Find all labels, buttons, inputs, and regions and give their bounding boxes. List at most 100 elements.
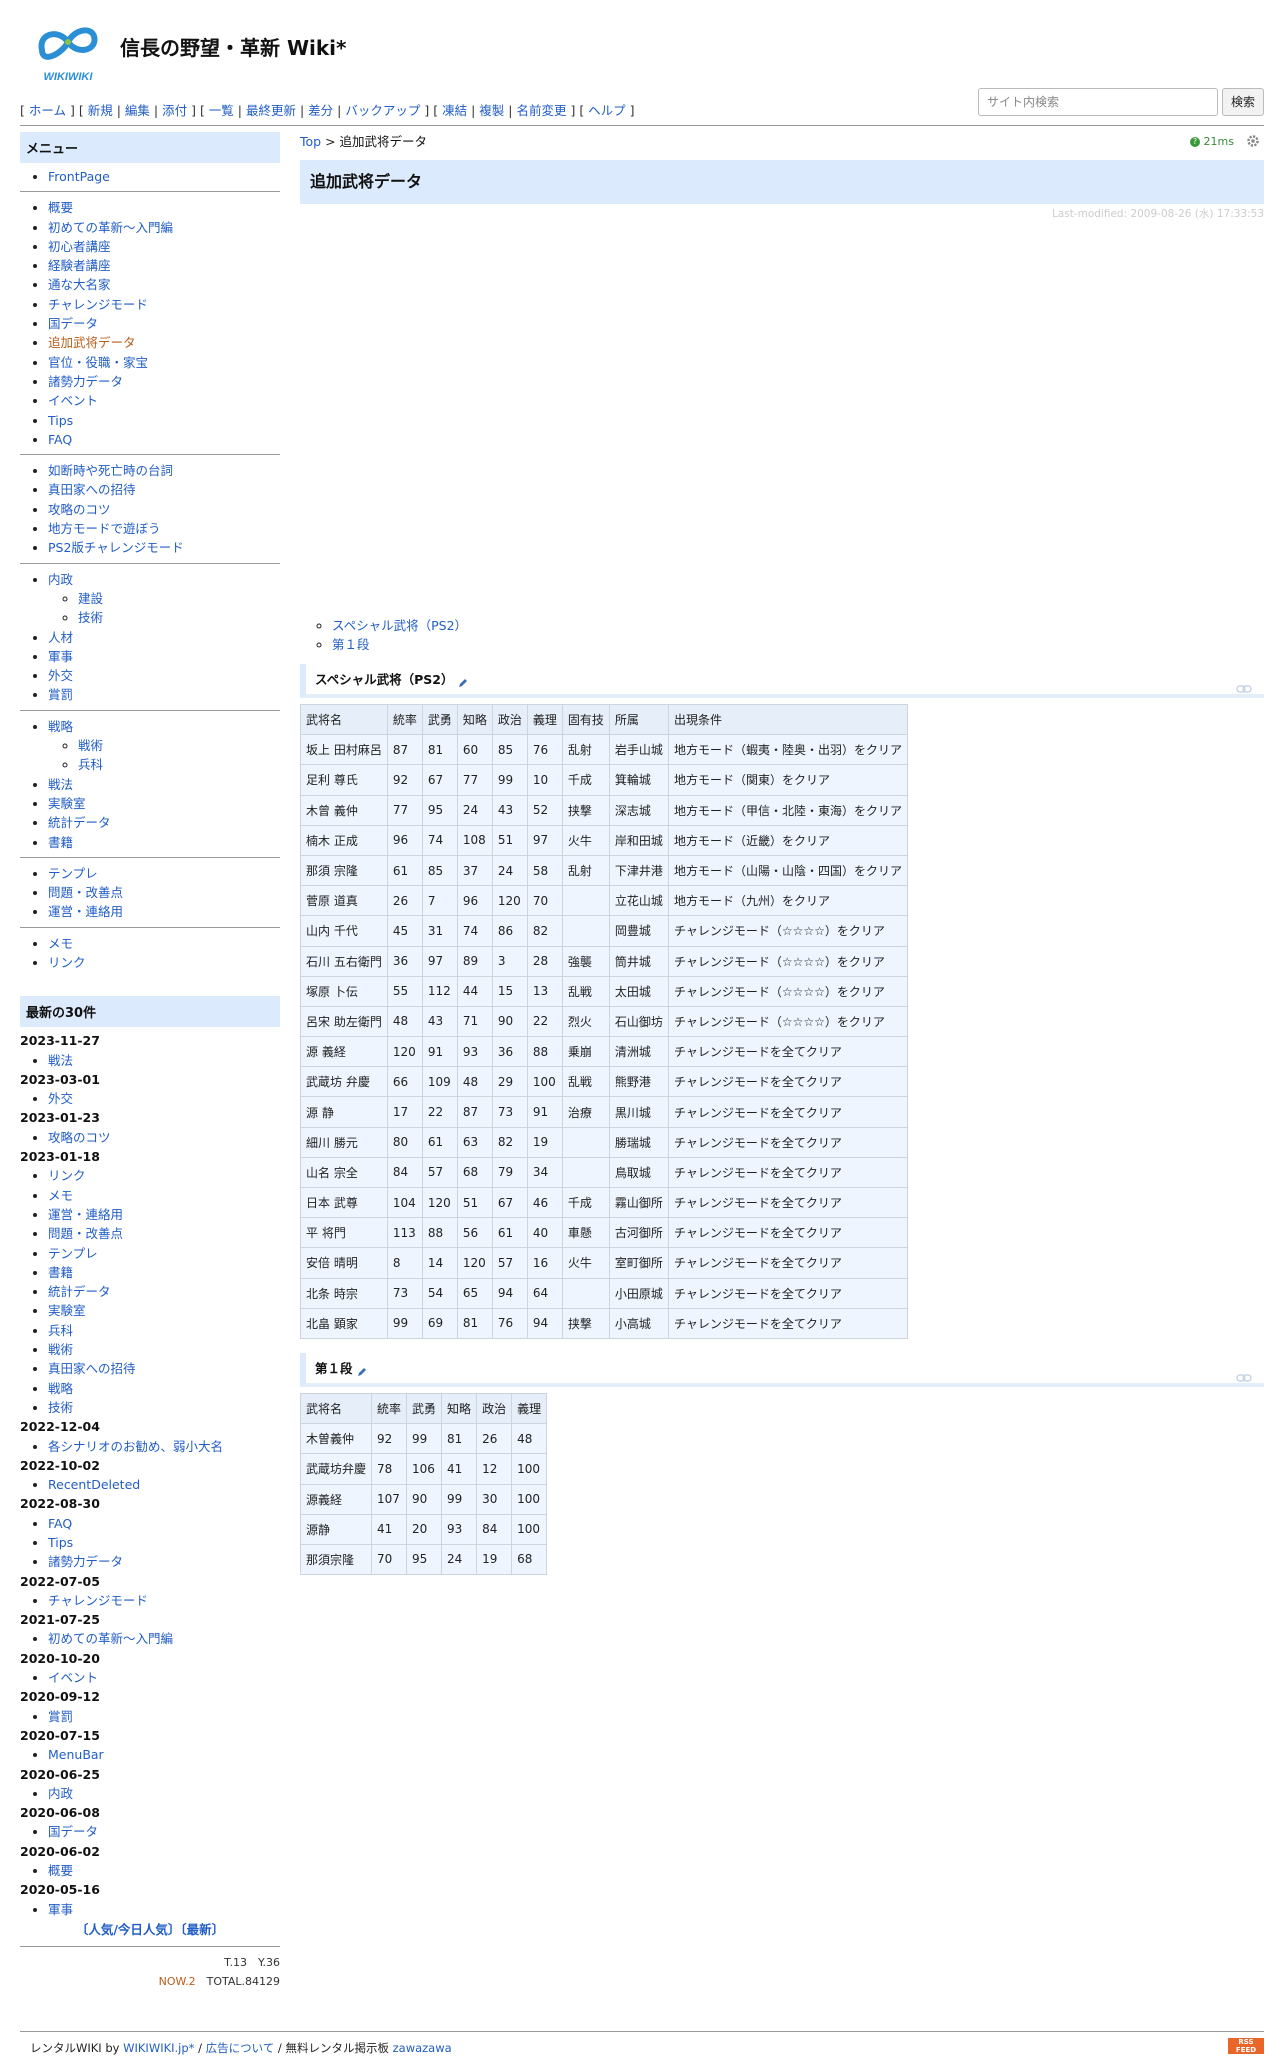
nav-link[interactable]: 差分 (308, 103, 333, 118)
menu-item[interactable]: 攻略のコツ (48, 500, 280, 519)
recent-item[interactable]: 外交 (48, 1089, 280, 1108)
submenu-item[interactable]: 戦術 (78, 736, 280, 755)
nav-link[interactable]: 凍結 (442, 103, 467, 118)
nav-link[interactable]: バックアップ (345, 103, 420, 118)
submenu-item[interactable]: 兵科 (78, 755, 280, 774)
menu-item[interactable]: 地方モードで遊ぼう (48, 519, 280, 538)
recent-item[interactable]: 兵科 (48, 1321, 280, 1340)
edit-pencil-icon[interactable] (357, 1357, 367, 1389)
submenu-item[interactable]: 建設 (78, 589, 280, 608)
menu-item[interactable]: リンク (48, 953, 280, 972)
recent-item[interactable]: テンプレ (48, 1244, 280, 1263)
menu-item[interactable]: 官位・役職・家宝 (48, 353, 280, 372)
site-title[interactable]: 信長の野望・革新 Wiki* (120, 32, 347, 61)
search-input[interactable]: サイト内検索 (978, 88, 1218, 116)
footer-wikiwiki-link[interactable]: WIKIWIKI.jp* (123, 2041, 194, 2055)
menu-item[interactable]: 統計データ (48, 813, 280, 832)
gear-icon[interactable] (1246, 134, 1260, 148)
recent-item[interactable]: 運営・連絡用 (48, 1205, 280, 1224)
recent-item[interactable]: 軍事 (48, 1900, 280, 1919)
menu-item[interactable]: 諸勢力データ (48, 372, 280, 391)
nav-link[interactable]: 最終更新 (246, 103, 296, 118)
wikiwiki-logo[interactable]: WIKIWIKI (28, 20, 108, 90)
menu-item[interactable]: チャレンジモード (48, 295, 280, 314)
breadcrumb-top[interactable]: Top (300, 134, 321, 149)
submenu-item[interactable]: 技術 (78, 608, 280, 627)
menu-item[interactable]: FAQ (48, 430, 280, 449)
recent-item[interactable]: 諸勢力データ (48, 1552, 280, 1571)
recent-item[interactable]: 概要 (48, 1861, 280, 1880)
recent-item[interactable]: 技術 (48, 1398, 280, 1417)
menu-item[interactable]: Tips (48, 411, 280, 430)
anchor-link-icon[interactable] (1236, 674, 1252, 706)
nav-link[interactable]: 編集 (125, 103, 150, 118)
menu-item[interactable]: 賞罰 (48, 685, 280, 704)
menu-item[interactable]: メモ (48, 934, 280, 953)
recent-item[interactable]: RecentDeleted (48, 1475, 280, 1494)
menu-item[interactable]: 如断時や死亡時の台詞 (48, 461, 280, 480)
nav-link[interactable]: ホーム (29, 103, 66, 118)
recent-item[interactable]: MenuBar (48, 1745, 280, 1764)
recent-item[interactable]: 各シナリオのお勧め、弱小大名 (48, 1437, 280, 1456)
recent-item[interactable]: 戦略 (48, 1379, 280, 1398)
menu-item[interactable]: 外交 (48, 666, 280, 685)
menu-item[interactable]: 人材 (48, 628, 280, 647)
menu-item[interactable]: 戦法 (48, 775, 280, 794)
menu-item[interactable]: 軍事 (48, 647, 280, 666)
menu-item[interactable]: 概要 (48, 198, 280, 217)
recent-item[interactable]: 実験室 (48, 1301, 280, 1320)
menu-item[interactable]: 追加武将データ (48, 333, 280, 352)
recent-changes: 2023-11-27 戦法 2023-03-01 外交 2023-01-23 攻略のコツ 2… (20, 1031, 280, 1919)
menu-item[interactable]: 経験者講座 (48, 256, 280, 275)
recent-item[interactable]: チャレンジモード (48, 1591, 280, 1610)
menu-item[interactable]: 初めての革新〜入門編 (48, 218, 280, 237)
nav-link[interactable]: 添付 (162, 103, 187, 118)
menu-item[interactable]: テンプレ (48, 864, 280, 883)
menu-item[interactable]: 内政建設技術 (48, 570, 280, 628)
menu-item[interactable]: 真田家への招待 (48, 480, 280, 499)
recent-item[interactable]: 書籍 (48, 1263, 280, 1282)
newest-link[interactable]: 〔最新〕 (180, 1922, 224, 1937)
recent-item[interactable]: 国データ (48, 1822, 280, 1841)
recent-item[interactable]: 戦法 (48, 1051, 280, 1070)
edit-pencil-icon[interactable] (458, 668, 468, 700)
nav-link[interactable]: 新規 (88, 103, 113, 118)
recent-item[interactable]: イベント (48, 1668, 280, 1687)
nav-link[interactable]: 名前変更 (516, 103, 566, 118)
menu-item[interactable]: 実験室 (48, 794, 280, 813)
menu-item[interactable]: 問題・改善点 (48, 883, 280, 902)
nav-link[interactable]: ヘルプ (588, 103, 626, 118)
toc-item[interactable]: 第１段 (332, 635, 1264, 654)
table-cell: 94 (492, 1278, 527, 1308)
recent-item[interactable]: 統計データ (48, 1282, 280, 1301)
recent-item[interactable]: メモ (48, 1186, 280, 1205)
nav-link[interactable]: 一覧 (209, 103, 234, 118)
nav-link[interactable]: 複製 (479, 103, 504, 118)
footer-ad-link[interactable]: 広告について (206, 2041, 275, 2055)
toc-item[interactable]: スペシャル武将（PS2） (332, 616, 1264, 635)
recent-item[interactable]: 真田家への招待 (48, 1359, 280, 1378)
menu-item[interactable]: 戦略戦術兵科 (48, 717, 280, 775)
recent-item[interactable]: 初めての革新〜入門編 (48, 1629, 280, 1648)
menu-item[interactable]: 書籍 (48, 833, 280, 852)
recent-item[interactable]: 攻略のコツ (48, 1128, 280, 1147)
menu-item[interactable]: 通な大名家 (48, 275, 280, 294)
menu-item-frontpage[interactable]: FrontPage (48, 167, 280, 186)
menu-item[interactable]: 運営・連絡用 (48, 902, 280, 921)
recent-item[interactable]: FAQ (48, 1514, 280, 1533)
recent-item[interactable]: リンク (48, 1166, 280, 1185)
recent-item[interactable]: 内政 (48, 1784, 280, 1803)
recent-item[interactable]: 賞罰 (48, 1707, 280, 1726)
menu-item[interactable]: イベント (48, 391, 280, 410)
anchor-link-icon[interactable] (1236, 1363, 1252, 1395)
menu-item[interactable]: 国データ (48, 314, 280, 333)
recent-item[interactable]: 戦術 (48, 1340, 280, 1359)
recent-item[interactable]: 問題・改善点 (48, 1224, 280, 1243)
footer-zawazawa-link[interactable]: zawazawa (393, 2041, 452, 2055)
rss-feed-icon[interactable]: RSS FEED (1228, 2038, 1264, 2054)
search-button[interactable]: 検索 (1222, 88, 1264, 116)
menu-item[interactable]: 初心者講座 (48, 237, 280, 256)
menu-item[interactable]: PS2版チャレンジモード (48, 538, 280, 557)
popular-link[interactable]: 〔人気/今日人気〕 (76, 1922, 181, 1937)
recent-item[interactable]: Tips (48, 1533, 280, 1552)
